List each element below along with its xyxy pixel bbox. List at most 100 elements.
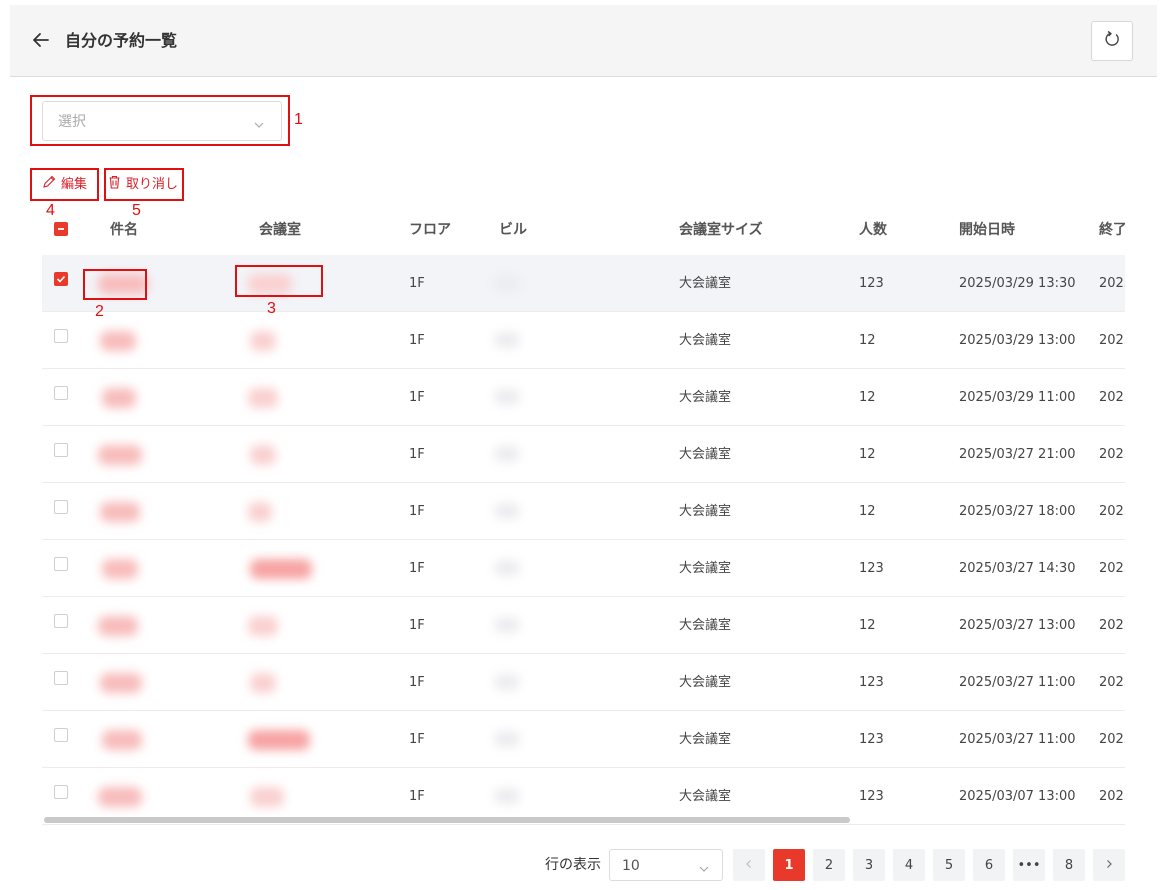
page-button[interactable]: 5 xyxy=(933,849,965,881)
room-redacted[interactable] xyxy=(248,730,310,750)
room-redacted[interactable] xyxy=(250,445,276,465)
page-button[interactable]: 4 xyxy=(893,849,925,881)
table-row[interactable]: 1F 大会議室 123 2025/03/27 11:00 2025 xyxy=(42,711,1125,768)
start-datetime-cell: 2025/03/27 11:00 xyxy=(959,675,1076,690)
subject-redacted[interactable] xyxy=(98,787,142,807)
page-button[interactable]: 6 xyxy=(973,849,1005,881)
table-row[interactable]: 1F 大会議室 123 2025/03/27 14:30 2025 xyxy=(42,540,1125,597)
arrow-left-icon[interactable] xyxy=(30,29,52,51)
table-row[interactable]: 1F 大会議室 12 2025/03/27 18:00 2025 xyxy=(42,483,1125,540)
building-redacted xyxy=(494,389,520,405)
room-redacted[interactable] xyxy=(250,673,276,693)
room-redacted[interactable] xyxy=(250,331,276,351)
subject-redacted[interactable] xyxy=(98,445,142,465)
column-header-building[interactable]: ビル xyxy=(499,221,527,239)
building-redacted xyxy=(494,446,520,462)
room-redacted[interactable] xyxy=(250,559,312,579)
start-datetime-cell: 2025/03/29 11:00 xyxy=(959,390,1076,405)
room-redacted[interactable] xyxy=(250,787,284,807)
start-datetime-cell: 2025/03/27 11:00 xyxy=(959,732,1076,747)
row-checkbox[interactable] xyxy=(54,386,68,400)
building-redacted xyxy=(494,503,520,519)
annotation-box-4 xyxy=(30,168,99,201)
end-datetime-cell: 2025 xyxy=(1099,390,1125,405)
row-checkbox[interactable] xyxy=(54,500,68,514)
table-row[interactable]: 1F 大会議室 12 2025/03/29 13:00 2025 xyxy=(42,312,1125,369)
floor-cell: 1F xyxy=(409,618,425,633)
row-checkbox[interactable] xyxy=(54,785,68,799)
start-datetime-cell: 2025/03/07 13:00 xyxy=(959,789,1076,804)
page-button[interactable]: 8 xyxy=(1053,849,1085,881)
start-datetime-cell: 2025/03/29 13:30 xyxy=(959,276,1076,291)
row-checkbox[interactable] xyxy=(54,272,68,286)
select-all-checkbox[interactable] xyxy=(54,222,68,236)
annotation-label-2: 2 xyxy=(95,303,104,320)
people-cell: 123 xyxy=(859,561,884,576)
reservation-table: 件名 会議室 フロア ビル 会議室サイズ 人数 開始日時 終了 1F 大会議室 12… xyxy=(42,205,1125,825)
page-button[interactable]: 1 xyxy=(773,849,805,881)
end-datetime-cell: 2025 xyxy=(1099,789,1125,804)
subject-redacted[interactable] xyxy=(100,331,136,351)
floor-cell: 1F xyxy=(409,447,425,462)
subject-redacted[interactable] xyxy=(100,502,140,522)
annotation-label-5: 5 xyxy=(132,202,141,219)
room-redacted[interactable] xyxy=(248,616,278,636)
refresh-icon xyxy=(1102,29,1122,53)
start-datetime-cell: 2025/03/27 14:30 xyxy=(959,561,1076,576)
room-size-cell: 大会議室 xyxy=(679,618,732,633)
subject-redacted[interactable] xyxy=(102,559,138,579)
column-header-start[interactable]: 開始日時 xyxy=(959,221,1015,239)
people-cell: 12 xyxy=(859,504,876,519)
room-redacted[interactable] xyxy=(248,388,278,408)
room-redacted[interactable] xyxy=(248,502,272,522)
end-datetime-cell: 2025 xyxy=(1099,561,1125,576)
page-ellipsis[interactable]: ••• xyxy=(1013,849,1045,881)
table-body: 1F 大会議室 123 2025/03/29 13:30 2025 1F 大会議室 12 202… xyxy=(42,255,1125,825)
page-button[interactable]: 2 xyxy=(813,849,845,881)
column-header-room[interactable]: 会議室 xyxy=(259,221,301,239)
table-row[interactable]: 1F 大会議室 12 2025/03/29 11:00 2025 xyxy=(42,369,1125,426)
rows-per-page-value: 10 xyxy=(622,858,640,874)
subject-redacted[interactable] xyxy=(102,388,136,408)
row-checkbox[interactable] xyxy=(54,443,68,457)
room-size-cell: 大会議室 xyxy=(679,789,732,804)
end-datetime-cell: 2025 xyxy=(1099,504,1125,519)
table-row[interactable]: 1F 大会議室 12 2025/03/27 13:00 2025 xyxy=(42,597,1125,654)
people-cell: 12 xyxy=(859,618,876,633)
next-page-button[interactable] xyxy=(1093,849,1125,881)
floor-cell: 1F xyxy=(409,276,425,291)
chevron-left-icon xyxy=(744,858,754,873)
refresh-button[interactable] xyxy=(1091,21,1133,61)
column-header-floor[interactable]: フロア xyxy=(409,221,451,239)
column-header-end[interactable]: 終了 xyxy=(1099,221,1125,239)
table-row[interactable]: 1F 大会議室 123 2025/03/27 11:00 2025 xyxy=(42,654,1125,711)
prev-page-button[interactable] xyxy=(733,849,765,881)
row-checkbox[interactable] xyxy=(54,614,68,628)
column-header-people[interactable]: 人数 xyxy=(859,221,887,239)
start-datetime-cell: 2025/03/29 13:00 xyxy=(959,333,1076,348)
floor-cell: 1F xyxy=(409,789,425,804)
people-cell: 123 xyxy=(859,789,884,804)
end-datetime-cell: 2025 xyxy=(1099,333,1125,348)
table-row[interactable]: 1F 大会議室 12 2025/03/27 21:00 2025 xyxy=(42,426,1125,483)
page-button[interactable]: 3 xyxy=(853,849,885,881)
table-row[interactable]: 1F 大会議室 123 2025/03/29 13:30 2025 xyxy=(42,255,1125,312)
people-cell: 123 xyxy=(859,276,884,291)
column-header-room-size[interactable]: 会議室サイズ xyxy=(679,221,763,239)
subject-redacted[interactable] xyxy=(98,616,138,636)
annotation-label-1: 1 xyxy=(294,111,303,128)
row-checkbox[interactable] xyxy=(54,671,68,685)
subject-redacted[interactable] xyxy=(100,673,142,693)
horizontal-scrollbar[interactable] xyxy=(44,817,850,823)
chevron-right-icon xyxy=(1104,858,1114,873)
subject-redacted[interactable] xyxy=(102,730,142,750)
room-size-cell: 大会議室 xyxy=(679,447,732,462)
people-cell: 12 xyxy=(859,333,876,348)
column-header-subject[interactable]: 件名 xyxy=(110,221,138,239)
row-checkbox[interactable] xyxy=(54,329,68,343)
rows-per-page-select[interactable]: 10 xyxy=(609,849,723,881)
building-redacted xyxy=(494,332,520,348)
row-checkbox[interactable] xyxy=(54,557,68,571)
annotation-box-5 xyxy=(104,168,184,201)
row-checkbox[interactable] xyxy=(54,728,68,742)
